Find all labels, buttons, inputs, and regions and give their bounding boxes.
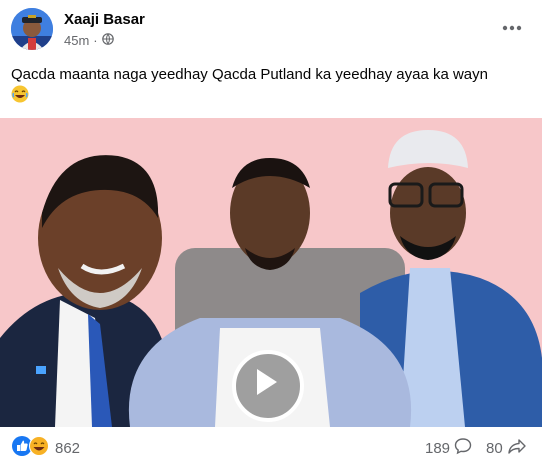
post-text: Qacda maanta naga yeedhay Qacda Putland … bbox=[11, 64, 531, 109]
comment-icon bbox=[454, 437, 472, 459]
meta-separator: · bbox=[93, 33, 98, 48]
post-time[interactable]: 45m bbox=[64, 33, 89, 48]
laughing-emoji-icon bbox=[11, 85, 29, 109]
post-text-content: Qacda maanta naga yeedhay Qacda Putland … bbox=[11, 66, 488, 83]
shares-stat[interactable]: 80 bbox=[486, 437, 527, 459]
post-footer: 862 189 80 bbox=[0, 428, 542, 466]
video-thumbnail[interactable] bbox=[0, 118, 542, 427]
reactions-summary[interactable]: 862 bbox=[12, 436, 80, 461]
play-button[interactable] bbox=[232, 350, 304, 422]
more-options-icon[interactable] bbox=[494, 14, 530, 42]
share-count: 80 bbox=[486, 439, 503, 457]
comment-count: 189 bbox=[425, 439, 451, 457]
play-icon bbox=[257, 369, 277, 395]
post-meta: 45m · bbox=[64, 33, 114, 48]
author-avatar[interactable] bbox=[11, 8, 53, 50]
post-header: Xaaji Basar 45m · bbox=[0, 0, 542, 60]
share-icon bbox=[507, 437, 527, 459]
reaction-count: 862 bbox=[55, 440, 81, 457]
author-name[interactable]: Xaaji Basar bbox=[64, 11, 145, 28]
comments-stat[interactable]: 189 bbox=[425, 437, 472, 459]
haha-icon bbox=[29, 436, 49, 461]
globe-icon bbox=[101, 33, 114, 48]
